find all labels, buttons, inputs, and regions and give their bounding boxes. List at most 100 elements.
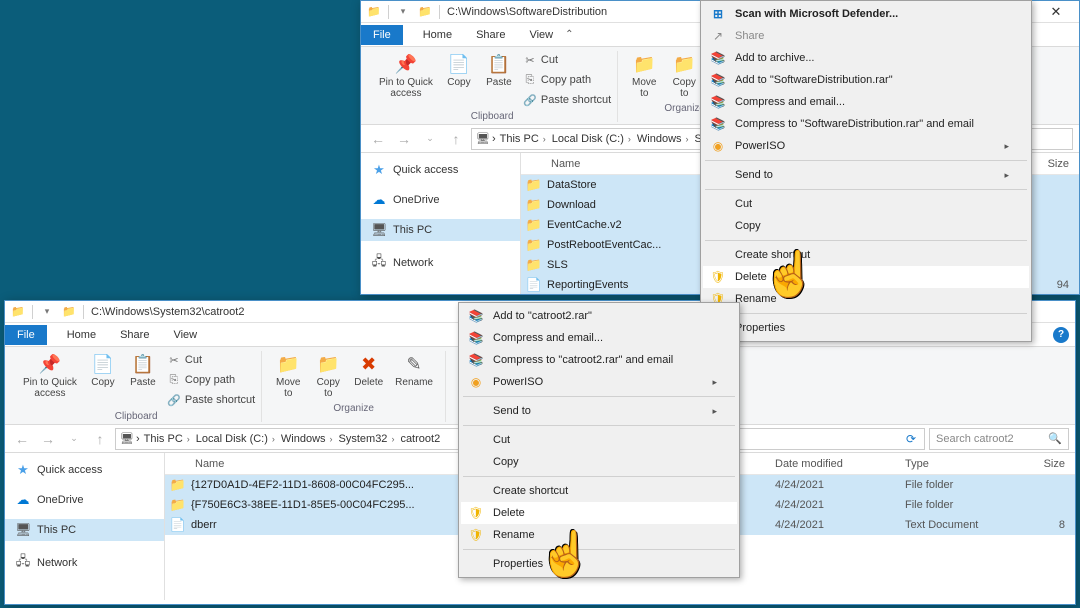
- nav-onedrive[interactable]: ☁OneDrive: [5, 489, 164, 511]
- rename-button[interactable]: ✎Rename: [389, 351, 439, 390]
- ctx-poweriso[interactable]: ◉PowerISO▸: [461, 371, 737, 393]
- tab-file[interactable]: File: [361, 25, 403, 45]
- ctx-add-to-rar[interactable]: 📚Add to "catroot2.rar": [461, 305, 737, 327]
- nav-quick-access[interactable]: ★Quick access: [361, 159, 520, 181]
- ctx-compress-to[interactable]: 📚Compress to "catroot2.rar" and email: [461, 349, 737, 371]
- collapse-ribbon-icon[interactable]: ⌃: [565, 29, 573, 40]
- folder-icon: 📁: [417, 4, 433, 20]
- group-label-organize: Organize: [664, 103, 705, 114]
- winrar-icon: 📚: [467, 352, 485, 368]
- nav-onedrive[interactable]: ☁OneDrive: [361, 189, 520, 211]
- paste-button[interactable]: 📋Paste: [479, 51, 519, 90]
- refresh-icon[interactable]: ⟳: [902, 432, 920, 446]
- paste-button[interactable]: 📋Paste: [123, 351, 163, 390]
- back-button[interactable]: ←: [11, 428, 33, 450]
- ctx-add-archive[interactable]: 📚Add to archive...: [703, 47, 1029, 69]
- tab-home[interactable]: Home: [411, 25, 464, 45]
- tab-file[interactable]: File: [5, 325, 47, 345]
- chevron-right-icon: ▸: [1004, 170, 1009, 181]
- navigation-pane: ★Quick access ☁OneDrive 🖥This PC 🖧Networ…: [361, 153, 521, 294]
- forward-button[interactable]: →: [393, 128, 415, 150]
- ctx-create-shortcut[interactable]: Create shortcut: [703, 244, 1029, 266]
- winrar-icon: 📚: [709, 94, 727, 110]
- move-to-button[interactable]: 📁Move to: [624, 51, 664, 101]
- tab-home[interactable]: Home: [55, 325, 108, 345]
- shield-icon: [467, 527, 485, 543]
- folder-icon: 📁: [521, 177, 547, 193]
- folder-icon: 📁: [61, 304, 77, 320]
- folder-icon: 📁: [165, 477, 191, 493]
- breadcrumb-segment: This PC›: [498, 133, 548, 145]
- poweriso-icon: ◉: [709, 138, 727, 154]
- chevron-right-icon: ▸: [712, 406, 717, 417]
- ctx-compress-email[interactable]: 📚Compress and email...: [461, 327, 737, 349]
- close-button[interactable]: ✕: [1035, 1, 1077, 23]
- nav-network[interactable]: 🖧Network: [361, 249, 520, 277]
- ctx-copy[interactable]: Copy: [703, 215, 1029, 237]
- copy-path-button[interactable]: ⎘Copy path: [523, 71, 611, 89]
- tab-view[interactable]: View: [161, 325, 209, 345]
- nav-network[interactable]: 🖧Network: [5, 549, 164, 577]
- ctx-delete[interactable]: Delete: [461, 502, 737, 524]
- group-label-organize: Organize: [333, 403, 374, 414]
- navigation-pane: ★Quick access ☁OneDrive 🖥This PC 🖧Networ…: [5, 453, 165, 600]
- delete-button[interactable]: ✖Delete: [348, 351, 389, 390]
- ctx-add-to-rar[interactable]: 📚Add to "SoftwareDistribution.rar": [703, 69, 1029, 91]
- ctx-copy[interactable]: Copy: [461, 451, 737, 473]
- up-button[interactable]: ↑: [445, 128, 467, 150]
- paste-shortcut-button[interactable]: 🔗Paste shortcut: [523, 91, 611, 109]
- ctx-rename[interactable]: Rename: [703, 288, 1029, 310]
- ctx-compress-email[interactable]: 📚Compress and email...: [703, 91, 1029, 113]
- ctx-send-to[interactable]: Send to▸: [703, 164, 1029, 186]
- ctx-rename[interactable]: Rename: [461, 524, 737, 546]
- column-size[interactable]: Size: [1015, 458, 1075, 470]
- dropdown-icon[interactable]: ▾: [395, 4, 411, 20]
- ctx-delete[interactable]: Delete: [703, 266, 1029, 288]
- folder-icon: 📁: [10, 304, 26, 320]
- nav-quick-access[interactable]: ★Quick access: [5, 459, 164, 481]
- help-button[interactable]: ?: [1053, 327, 1069, 343]
- dropdown-icon[interactable]: ▾: [39, 304, 55, 320]
- ctx-poweriso[interactable]: ◉PowerISO▸: [703, 135, 1029, 157]
- ctx-compress-to[interactable]: 📚Compress to "SoftwareDistribution.rar" …: [703, 113, 1029, 135]
- folder-icon: 📁: [521, 217, 547, 233]
- paste-shortcut-button[interactable]: 🔗Paste shortcut: [167, 391, 255, 409]
- nav-this-pc[interactable]: 🖥This PC: [361, 219, 520, 241]
- ctx-cut[interactable]: Cut: [703, 193, 1029, 215]
- ctx-cut[interactable]: Cut: [461, 429, 737, 451]
- folder-icon: 📁: [521, 237, 547, 253]
- copy-to-button[interactable]: 📁Copy to: [664, 51, 704, 101]
- ctx-properties[interactable]: Properties: [703, 317, 1029, 339]
- cut-button[interactable]: ✂Cut: [167, 351, 255, 369]
- ctx-properties[interactable]: Properties: [461, 553, 737, 575]
- recent-dropdown[interactable]: ⌄: [419, 128, 441, 150]
- ctx-send-to[interactable]: Send to▸: [461, 400, 737, 422]
- nav-this-pc[interactable]: 🖥This PC: [5, 519, 164, 541]
- folder-icon: 📁: [165, 497, 191, 513]
- copy-path-button[interactable]: ⎘Copy path: [167, 371, 255, 389]
- pin-to-quick-access-button[interactable]: 📌Pin to Quick access: [373, 51, 439, 101]
- search-input[interactable]: Search catroot2🔍: [929, 428, 1069, 450]
- back-button[interactable]: ←: [367, 128, 389, 150]
- winrar-icon: 📚: [709, 72, 727, 88]
- ctx-scan-defender[interactable]: ⊞Scan with Microsoft Defender...: [703, 3, 1029, 25]
- search-icon: 🔍: [1048, 432, 1062, 445]
- forward-button[interactable]: →: [37, 428, 59, 450]
- share-icon: ↗: [709, 28, 727, 44]
- tab-view[interactable]: View: [517, 25, 565, 45]
- pin-to-quick-access-button[interactable]: 📌Pin to Quick access: [17, 351, 83, 401]
- ctx-share[interactable]: ↗Share: [703, 25, 1029, 47]
- ctx-create-shortcut[interactable]: Create shortcut: [461, 480, 737, 502]
- column-type[interactable]: Type: [905, 458, 1015, 470]
- copy-button[interactable]: 📄Copy: [83, 351, 123, 390]
- column-date[interactable]: Date modified: [775, 458, 905, 470]
- copy-button[interactable]: 📄Copy: [439, 51, 479, 90]
- move-to-button[interactable]: 📁Move to: [268, 351, 308, 401]
- up-button[interactable]: ↑: [89, 428, 111, 450]
- tab-share[interactable]: Share: [464, 25, 517, 45]
- recent-dropdown[interactable]: ⌄: [63, 428, 85, 450]
- tab-share[interactable]: Share: [108, 325, 161, 345]
- copy-to-button[interactable]: 📁Copy to: [308, 351, 348, 401]
- file-icon: 📄: [521, 277, 547, 293]
- cut-button[interactable]: ✂Cut: [523, 51, 611, 69]
